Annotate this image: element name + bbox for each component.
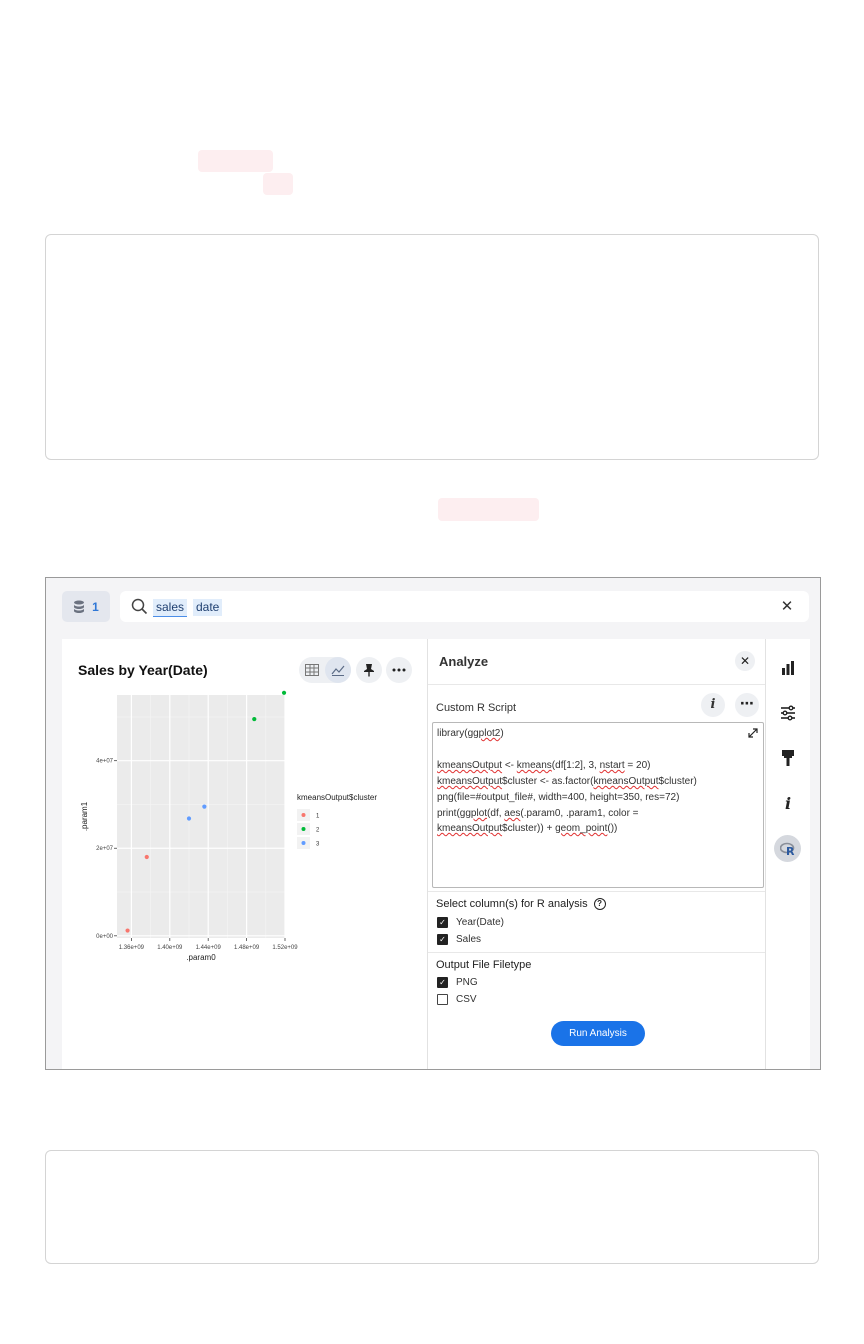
data-point xyxy=(281,690,287,695)
expand-icon[interactable] xyxy=(747,727,759,739)
y-tick-label: 0e+00 xyxy=(96,934,114,940)
help-icon[interactable]: ? xyxy=(593,898,606,910)
r-script-editor[interactable]: library(ggplot2) kmeansOutput <- kmeans(… xyxy=(432,722,764,888)
r-logo-glyph: R xyxy=(779,842,795,856)
divider xyxy=(428,952,765,953)
columns-label: Select column(s) for R analysis ? xyxy=(436,898,606,910)
legend-title: kmeansOutput$cluster xyxy=(297,793,377,802)
search-token-sales[interactable]: sales xyxy=(153,599,188,617)
right-rail: i R xyxy=(765,639,810,1069)
sliders-glyph xyxy=(781,705,795,721)
script-line: kmeansOutput$cluster <- as.factor(kmeans… xyxy=(437,776,697,787)
analyze-panel: Analyze ✕ Custom R Script i ⋯ library(gg… xyxy=(427,639,765,1069)
sliders-icon[interactable] xyxy=(776,701,800,725)
data-source-button[interactable]: 1 xyxy=(62,591,110,622)
x-tick-label: 1.52e+09 xyxy=(272,945,298,951)
script-label: Custom R Script xyxy=(436,702,517,714)
info-icon[interactable]: i xyxy=(701,693,725,717)
code-block xyxy=(45,234,819,460)
legend-label: 3 xyxy=(316,842,320,848)
info-icon[interactable]: i xyxy=(776,791,800,815)
search-token-date[interactable]: date xyxy=(193,599,223,616)
script-line: kmeansOutput <- kmeans(df[1:2], 3, nstar… xyxy=(437,760,651,771)
filetype-option-csv[interactable]: CSV xyxy=(437,994,477,1005)
y-axis-title: .param1 xyxy=(80,801,89,831)
bar-chart-glyph xyxy=(782,661,794,675)
column-option-label: Year(Date) xyxy=(456,917,504,928)
script-line: png(file=#output_file#, width=400, heigh… xyxy=(437,792,680,803)
x-tick-label: 1.36e+09 xyxy=(119,945,145,951)
columns-label-text: Select column(s) for R analysis xyxy=(436,898,588,910)
legend-label: 2 xyxy=(316,828,320,834)
divider xyxy=(428,684,765,685)
script-line: kmeansOutput$cluster)) + geom_point()) xyxy=(437,823,618,834)
clear-search-icon[interactable]: ✕ xyxy=(779,599,795,615)
script-more-icon[interactable]: ⋯ xyxy=(735,693,759,717)
plot-background xyxy=(117,695,285,938)
legend-label: 1 xyxy=(316,814,320,820)
inline-code-tag xyxy=(198,150,273,172)
checkbox-checked-icon[interactable]: ✓ xyxy=(437,977,448,988)
data-point xyxy=(144,854,149,860)
divider xyxy=(428,891,765,892)
column-option-sales[interactable]: ✓ Sales xyxy=(437,934,481,945)
filetype-option-label: PNG xyxy=(456,977,478,988)
checkbox-checked-icon[interactable]: ✓ xyxy=(437,934,448,945)
r-script-icon[interactable]: R xyxy=(774,835,801,862)
search-bar[interactable]: sales date ✕ xyxy=(120,591,809,622)
brush-glyph xyxy=(782,750,794,766)
filetype-label: Output File Filetype xyxy=(436,959,532,971)
source-count: 1 xyxy=(92,599,99,614)
data-point xyxy=(202,804,207,809)
filetype-option-label: CSV xyxy=(456,994,477,1005)
x-tick-label: 1.48e+09 xyxy=(234,945,260,951)
x-axis-title: .param0 xyxy=(186,953,216,962)
script-line: library(ggplot2) xyxy=(437,728,504,739)
legend-key-point xyxy=(301,841,306,845)
analyze-title: Analyze xyxy=(439,654,489,669)
y-tick-label: 4e+07 xyxy=(96,759,114,765)
data-point xyxy=(186,816,192,821)
legend-key-point xyxy=(301,827,306,831)
data-point xyxy=(252,716,257,722)
inline-code-tag xyxy=(438,498,539,521)
run-analysis-button[interactable]: Run Analysis xyxy=(551,1021,645,1046)
scatter-plot: 1.36e+09 1.40e+09 1.44e+09 1.48e+09 1.52e+09… xyxy=(80,690,377,962)
column-option-label: Sales xyxy=(456,934,482,945)
database-icon xyxy=(74,600,85,613)
script-line: print(ggplot(df, aes(.param0, .param1, c… xyxy=(437,808,639,819)
close-analyze-icon[interactable]: ✕ xyxy=(735,651,755,671)
filetype-option-png[interactable]: ✓ PNG xyxy=(437,977,478,988)
app-screenshot: 1 sales date ✕ Sales by Year(Date) 1.36e… xyxy=(45,577,821,1070)
checkbox-empty-icon[interactable] xyxy=(437,994,448,1005)
column-option-year-date[interactable]: ✓ Year(Date) xyxy=(437,917,504,928)
bar-chart-icon[interactable] xyxy=(776,656,800,680)
data-point xyxy=(125,928,130,933)
x-tick-label: 1.44e+09 xyxy=(196,945,222,951)
search-icon xyxy=(131,598,148,615)
checkbox-checked-icon[interactable]: ✓ xyxy=(437,917,448,928)
svg-text:R: R xyxy=(786,845,795,856)
brush-icon[interactable] xyxy=(776,746,800,770)
inline-code-tag xyxy=(263,173,293,195)
code-block xyxy=(45,1150,819,1264)
legend-key-point xyxy=(301,813,306,817)
y-tick-label: 2e+07 xyxy=(96,846,114,852)
x-tick-label: 1.40e+09 xyxy=(157,945,183,951)
chart-panel: Sales by Year(Date) 1.36e+09 1.40e+09 1.… xyxy=(62,639,427,1069)
